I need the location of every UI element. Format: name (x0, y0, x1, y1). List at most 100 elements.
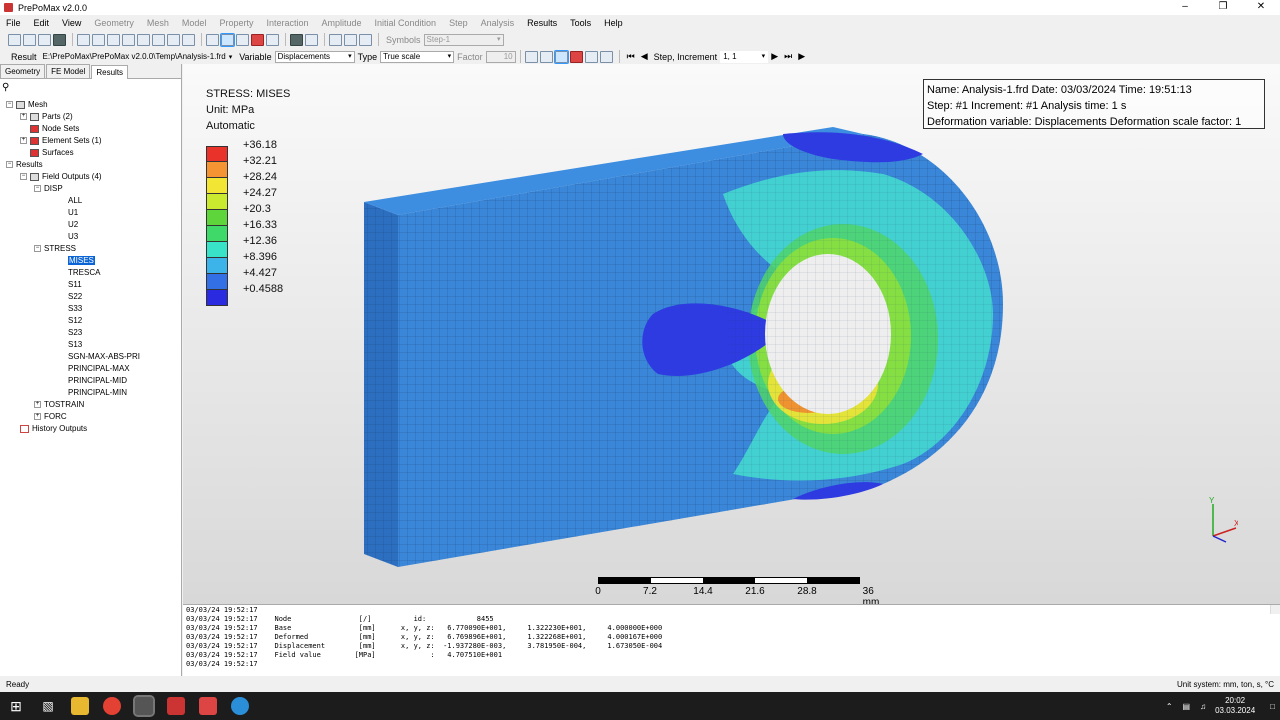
menu-edit[interactable]: Edit (34, 18, 50, 28)
tree-stress-mises[interactable]: MISES (68, 255, 95, 266)
front-view-icon[interactable] (92, 33, 105, 46)
tree-field-outputs[interactable]: − Field Outputs (4) (20, 171, 102, 182)
edge-icon[interactable] (231, 697, 249, 715)
app-taskbar-icon[interactable] (167, 697, 185, 715)
task-view-icon[interactable]: ▧ (39, 697, 57, 715)
tree-results[interactable]: − Results (6, 159, 43, 170)
notification-icon[interactable]: □ (1270, 702, 1275, 711)
bottom-view-icon[interactable] (137, 33, 150, 46)
tree-stress-item[interactable]: TRESCA (68, 267, 100, 278)
shaded-icon[interactable] (236, 33, 249, 46)
prepomax-taskbar-icon[interactable] (133, 695, 155, 717)
menu-interaction[interactable]: Interaction (266, 18, 308, 28)
tree-mesh[interactable]: − Mesh (6, 99, 48, 110)
maximize-button[interactable]: ❐ (1204, 0, 1242, 15)
fe-model-render[interactable] (183, 64, 1280, 604)
menu-step[interactable]: Step (449, 18, 468, 28)
tree-forc[interactable]: + FORC (34, 411, 67, 422)
new-file-icon[interactable] (8, 33, 21, 46)
network-icon[interactable]: ▤ (1183, 702, 1191, 711)
tree-stress-item[interactable]: S33 (68, 303, 82, 314)
tree-stress-item[interactable]: S13 (68, 339, 82, 350)
import-icon[interactable] (38, 33, 51, 46)
zoom-icon[interactable] (77, 33, 90, 46)
tree-stress-item[interactable]: SGN-MAX-ABS-PRI (68, 351, 140, 362)
first-increment-icon[interactable]: ⏮ (627, 51, 635, 62)
show-only-icon[interactable] (359, 33, 372, 46)
menu-mesh[interactable]: Mesh (147, 18, 169, 28)
tree-disp-item[interactable]: U3 (68, 231, 78, 242)
output-console[interactable]: 03/03/24 19:52:17 03/03/24 19:52:17 Node… (183, 604, 1280, 676)
menu-amplitude[interactable]: Amplitude (321, 18, 361, 28)
menu-model[interactable]: Model (182, 18, 207, 28)
right-view-icon[interactable] (167, 33, 180, 46)
result-dropdown-icon[interactable]: ▾ (229, 53, 233, 61)
back-view-icon[interactable] (107, 33, 120, 46)
settings-icon[interactable] (599, 50, 613, 63)
last-increment-icon[interactable]: ⏭ (784, 51, 792, 62)
close-button[interactable]: ✕ (1242, 0, 1280, 15)
shaded-edges-icon[interactable] (220, 32, 235, 47)
deformed-icon[interactable] (539, 50, 553, 63)
tree-stress-item[interactable]: S11 (68, 279, 82, 290)
tree-surfaces[interactable]: Surfaces (30, 147, 74, 158)
menu-analysis[interactable]: Analysis (481, 18, 515, 28)
clock[interactable]: 20:02 03.03.2024 (1215, 696, 1255, 716)
tray-chevron-icon[interactable]: ⌃ (1166, 702, 1173, 711)
variable-select[interactable]: Displacements ▾ (274, 50, 355, 63)
tree-stress[interactable]: − STRESS (34, 243, 76, 254)
tree-stress-item[interactable]: PRINCIPAL-MIN (68, 387, 127, 398)
type-select[interactable]: True scale ▾ (380, 50, 455, 63)
color-contours-icon[interactable] (553, 49, 569, 64)
show-icon[interactable] (329, 33, 342, 46)
result-path[interactable]: E:\PrePoMax\PrePoMax v2.0.0\Temp\Analysi… (43, 52, 226, 61)
previous-increment-icon[interactable]: ◀ (641, 51, 648, 62)
tree-disp[interactable]: − DISP (34, 183, 63, 194)
step-increment-select[interactable]: 1, 1 ▾ (720, 50, 769, 63)
tree-disp-item[interactable]: U2 (68, 219, 78, 230)
top-view-icon[interactable] (122, 33, 135, 46)
hide-icon[interactable] (344, 33, 357, 46)
tree-disp-item[interactable]: ALL (68, 195, 82, 206)
tab-geometry[interactable]: Geometry (0, 64, 46, 78)
tab-results[interactable]: Results (91, 65, 129, 79)
save-icon[interactable] (53, 33, 66, 46)
next-increment-icon[interactable]: ▶ (771, 51, 778, 62)
undeformed-icon[interactable] (524, 50, 538, 63)
step-select[interactable]: Step-1 ▾ (423, 33, 504, 46)
tree-element-sets[interactable]: + Element Sets (1) (20, 135, 102, 146)
tree-parts[interactable]: + Parts (2) (20, 111, 73, 122)
transparency-icon[interactable] (305, 33, 318, 46)
menu-property[interactable]: Property (219, 18, 253, 28)
graphics-viewport[interactable]: STRESS: MISES Unit: MPa Automatic +36.18… (183, 64, 1280, 604)
tab-fe-model[interactable]: FE Model (46, 64, 91, 78)
file-explorer-icon[interactable] (71, 697, 89, 715)
explode-view-icon[interactable] (266, 33, 279, 46)
play-icon[interactable]: ▶ (798, 51, 805, 62)
tree-stress-item[interactable]: PRINCIPAL-MAX (68, 363, 130, 374)
factor-input[interactable]: 10 (485, 50, 516, 63)
tree-stress-item[interactable]: S23 (68, 327, 82, 338)
section-view-icon[interactable] (251, 33, 264, 46)
volume-icon[interactable]: ♫ (1200, 702, 1206, 711)
iso-view-icon[interactable] (182, 33, 195, 46)
contours-icon[interactable] (569, 50, 583, 63)
wireframe-icon[interactable] (206, 33, 219, 46)
menu-tools[interactable]: Tools (570, 18, 591, 28)
tree-history-outputs[interactable]: History Outputs (20, 423, 87, 434)
menu-help[interactable]: Help (604, 18, 623, 28)
animation-icon[interactable] (584, 50, 598, 63)
menu-initial-condition[interactable]: Initial Condition (375, 18, 437, 28)
query-icon[interactable] (290, 33, 303, 46)
open-file-icon[interactable] (23, 33, 36, 46)
tree-search[interactable]: ⚲ (2, 81, 179, 94)
tree-stress-item[interactable]: S22 (68, 291, 82, 302)
tree-node-sets[interactable]: Node Sets (30, 123, 79, 134)
minimize-button[interactable]: – (1166, 0, 1204, 15)
menu-results[interactable]: Results (527, 18, 557, 28)
menu-view[interactable]: View (62, 18, 81, 28)
tree-tostrain[interactable]: + TOSTRAIN (34, 399, 84, 410)
tree-stress-item[interactable]: S12 (68, 315, 82, 326)
tree-disp-item[interactable]: U1 (68, 207, 78, 218)
left-view-icon[interactable] (152, 33, 165, 46)
